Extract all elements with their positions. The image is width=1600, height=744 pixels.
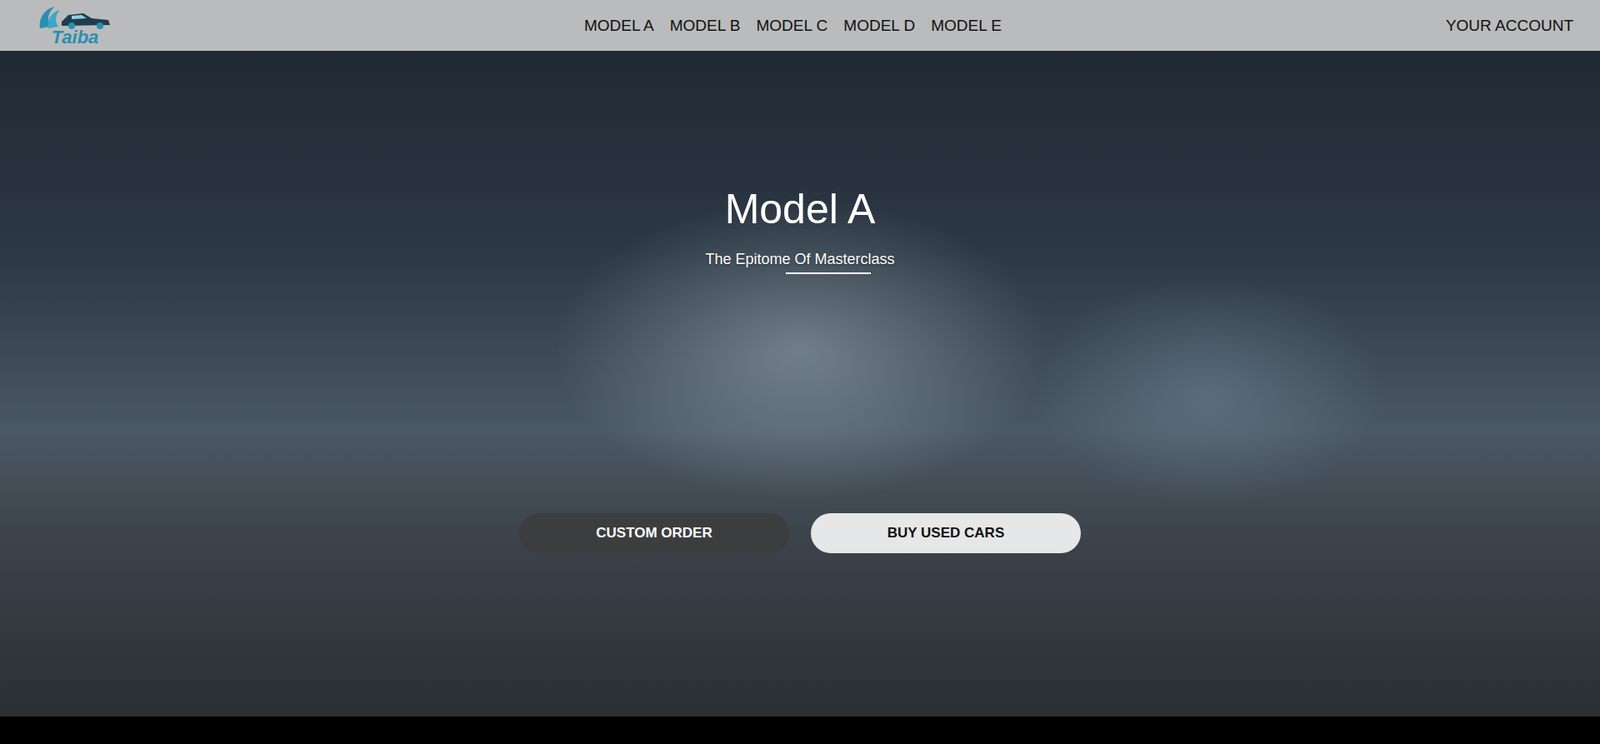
nav-item[interactable]: MODEL D — [843, 16, 915, 35]
main-nav: MODEL A MODEL B MODEL C MODEL D MODEL E — [140, 16, 1446, 35]
top-bar: Taiba MODEL A MODEL B MODEL C MODEL D MODEL E… — [0, 0, 1600, 51]
page: Taiba MODEL A MODEL B MODEL C MODEL D MODEL E… — [0, 0, 1600, 744]
hero-button[interactable]: BUY USED CARS — [810, 513, 1081, 554]
hero-button[interactable]: CUSTOM ORDER — [519, 513, 790, 554]
hero-subtitle: The Epitome Of Masterclass — [705, 250, 895, 270]
car-wave-icon — [36, 3, 114, 32]
hero-buttons: CUSTOM ORDER BUY USED CARS — [519, 513, 1081, 554]
logo[interactable]: Taiba — [35, 3, 115, 47]
hero: Taiba MODEL A MODEL B MODEL C MODEL D MODEL E… — [0, 0, 1600, 717]
hero-content: Model A The Epitome Of Masterclass CUSTOM … — [0, 0, 1600, 554]
hero-photo — [0, 0, 1600, 717]
subtitle-underline — [785, 272, 871, 275]
logo-text: Taiba — [51, 28, 100, 47]
nav-item[interactable]: MODEL E — [930, 16, 1002, 35]
nav-item[interactable]: MODEL B — [670, 16, 741, 35]
hero-title: Model A — [725, 186, 876, 233]
nav-item[interactable]: MODEL C — [755, 16, 828, 35]
account-link[interactable]: YOUR ACCOUNT — [1445, 16, 1574, 35]
footer-strip — [0, 716, 1600, 744]
nav-item[interactable]: MODEL A — [584, 16, 655, 35]
